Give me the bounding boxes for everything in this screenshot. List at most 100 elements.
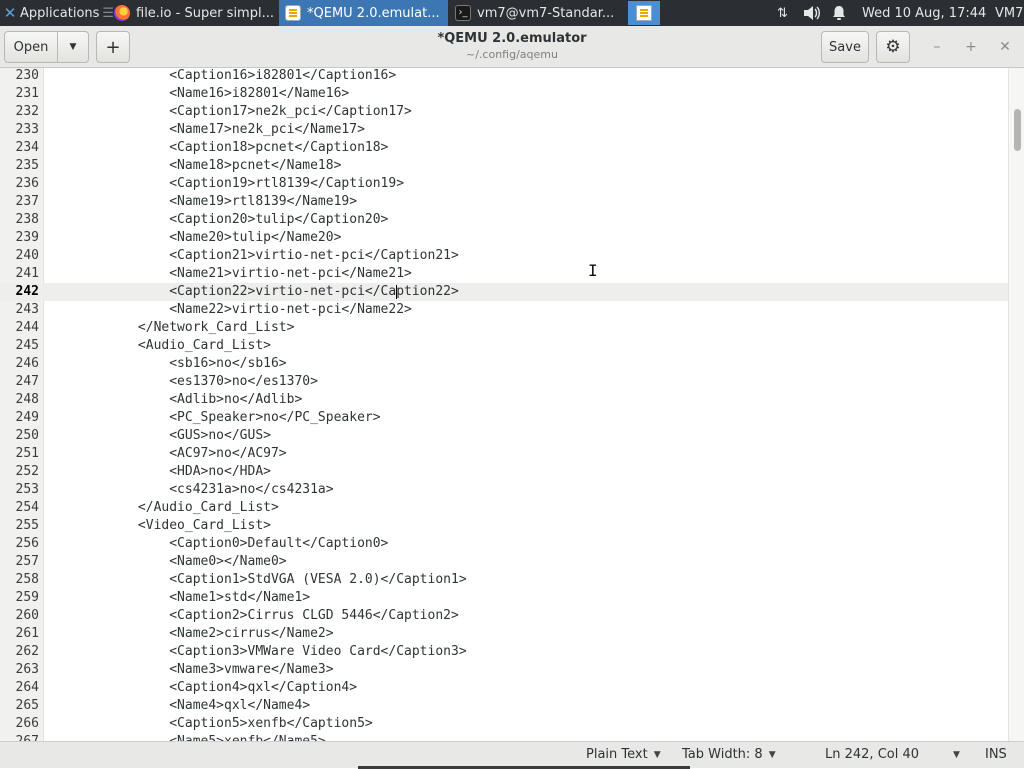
line-text[interactable]: <Caption2>Cirrus CLGD 5446</Caption2> <box>44 607 459 625</box>
line-text[interactable]: <Caption17>ne2k_pci</Caption17> <box>44 103 412 121</box>
code-line[interactable]: 258 <Caption1>StdVGA (VESA 2.0)</Caption… <box>0 571 1008 589</box>
code-line[interactable]: 263 <Name3>vmware</Name3> <box>0 661 1008 679</box>
code-line[interactable]: 239 <Name20>tulip</Name20> <box>0 229 1008 247</box>
line-text[interactable]: <GUS>no</GUS> <box>44 427 271 445</box>
code-line[interactable]: 253 <cs4231a>no</cs4231a> <box>0 481 1008 499</box>
close-button[interactable]: ✕ <box>995 37 1015 57</box>
code-line[interactable]: 255 <Video_Card_List> <box>0 517 1008 535</box>
taskbar-item-firefox[interactable]: file.io - Super simpl... <box>108 0 278 26</box>
code-line[interactable]: 250 <GUS>no</GUS> <box>0 427 1008 445</box>
line-text[interactable]: <Caption3>VMWare Video Card</Caption3> <box>44 643 466 661</box>
code-line[interactable]: 230 <Caption16>i82801</Caption16> <box>0 68 1008 85</box>
line-text[interactable]: <Name2>cirrus</Name2> <box>44 625 333 643</box>
code-line[interactable]: 251 <AC97>no</AC97> <box>0 445 1008 463</box>
line-text[interactable]: <HDA>no</HDA> <box>44 463 271 481</box>
code-line[interactable]: 233 <Name17>ne2k_pci</Name17> <box>0 121 1008 139</box>
code-line[interactable]: 256 <Caption0>Default</Caption0> <box>0 535 1008 553</box>
line-text[interactable]: <PC_Speaker>no</PC_Speaker> <box>44 409 380 427</box>
line-text[interactable]: <Name19>rtl8139</Name19> <box>44 193 357 211</box>
taskbar-item-editor[interactable]: *QEMU 2.0.emulat... <box>279 0 448 26</box>
line-text[interactable]: </Audio_Card_List> <box>44 499 279 517</box>
network-icon[interactable]: ⇅ <box>777 0 788 26</box>
line-text[interactable]: </Network_Card_List> <box>44 319 295 337</box>
applications-menu[interactable]: ✕ Applications ☰ <box>0 0 114 26</box>
cursor-position-selector[interactable]: Ln 242, Col 40 ▼ <box>825 747 960 762</box>
line-text[interactable]: <AC97>no</AC97> <box>44 445 286 463</box>
code-line[interactable]: 260 <Caption2>Cirrus CLGD 5446</Caption2… <box>0 607 1008 625</box>
code-line[interactable]: 236 <Caption19>rtl8139</Caption19> <box>0 175 1008 193</box>
line-text[interactable]: <Caption4>qxl</Caption4> <box>44 679 357 697</box>
code-line[interactable]: 254 </Audio_Card_List> <box>0 499 1008 517</box>
code-line[interactable]: 248 <Adlib>no</Adlib> <box>0 391 1008 409</box>
line-text[interactable]: <Video_Card_List> <box>44 517 271 535</box>
code-line[interactable]: 242 <Caption22>virtio-net-pci</Caption22… <box>0 283 1008 301</box>
code-line[interactable]: 237 <Name19>rtl8139</Name19> <box>0 193 1008 211</box>
new-tab-button[interactable]: + <box>96 31 130 63</box>
taskbar-item-terminal[interactable]: ›_ vm7@vm7-Standar... <box>449 0 621 26</box>
line-text[interactable]: <Name22>virtio-net-pci</Name22> <box>44 301 412 319</box>
line-text[interactable]: <cs4231a>no</cs4231a> <box>44 481 333 499</box>
code-line[interactable]: 249 <PC_Speaker>no</PC_Speaker> <box>0 409 1008 427</box>
language-selector[interactable]: Plain Text ▼ <box>586 747 661 762</box>
line-text[interactable]: <Name18>pcnet</Name18> <box>44 157 341 175</box>
vertical-scrollbar[interactable] <box>1008 68 1024 741</box>
open-button[interactable]: Open <box>4 31 58 63</box>
line-text[interactable]: <Caption5>xenfb</Caption5> <box>44 715 373 733</box>
line-text[interactable]: <Caption20>tulip</Caption20> <box>44 211 388 229</box>
code-line[interactable]: 252 <HDA>no</HDA> <box>0 463 1008 481</box>
code-line[interactable]: 231 <Name16>i82801</Name16> <box>0 85 1008 103</box>
code-line[interactable]: 240 <Caption21>virtio-net-pci</Caption21… <box>0 247 1008 265</box>
taskbar-item-editor-small[interactable] <box>628 1 660 25</box>
line-text[interactable]: <Name16>i82801</Name16> <box>44 85 349 103</box>
code-lines[interactable]: 230 <Caption16>i82801</Caption16> 231 <Na… <box>0 68 1008 741</box>
code-line[interactable]: 247 <es1370>no</es1370> <box>0 373 1008 391</box>
code-line[interactable]: 243 <Name22>virtio-net-pci</Name22> <box>0 301 1008 319</box>
code-line[interactable]: 234 <Caption18>pcnet</Caption18> <box>0 139 1008 157</box>
code-line[interactable]: 265 <Name4>qxl</Name4> <box>0 697 1008 715</box>
line-text[interactable]: <Audio_Card_List> <box>44 337 271 355</box>
code-line[interactable]: 264 <Caption4>qxl</Caption4> <box>0 679 1008 697</box>
open-menu-button[interactable]: ▼ <box>57 31 89 63</box>
minimize-button[interactable]: – <box>927 37 947 57</box>
line-text[interactable]: <sb16>no</sb16> <box>44 355 286 373</box>
line-text[interactable]: <Name5>xenfb</Name5> <box>44 733 326 741</box>
line-text[interactable]: <Caption21>virtio-net-pci</Caption21> <box>44 247 459 265</box>
code-line[interactable]: 259 <Name1>std</Name1> <box>0 589 1008 607</box>
code-line[interactable]: 266 <Caption5>xenfb</Caption5> <box>0 715 1008 733</box>
code-line[interactable]: 244 </Network_Card_List> <box>0 319 1008 337</box>
code-line[interactable]: 257 <Name0></Name0> <box>0 553 1008 571</box>
code-line[interactable]: 261 <Name2>cirrus</Name2> <box>0 625 1008 643</box>
notifications-icon[interactable] <box>832 0 846 26</box>
line-text[interactable]: <Caption16>i82801</Caption16> <box>44 68 396 85</box>
clock[interactable]: Wed 10 Aug, 17:44 <box>862 0 986 26</box>
line-text[interactable]: <es1370>no</es1370> <box>44 373 318 391</box>
maximize-button[interactable]: + <box>961 37 981 57</box>
code-line[interactable]: 235 <Name18>pcnet</Name18> <box>0 157 1008 175</box>
code-line[interactable]: 245 <Audio_Card_List> <box>0 337 1008 355</box>
line-text[interactable]: <Name1>std</Name1> <box>44 589 310 607</box>
line-text[interactable]: <Name4>qxl</Name4> <box>44 697 310 715</box>
volume-icon[interactable] <box>803 0 821 26</box>
code-line[interactable]: 238 <Caption20>tulip</Caption20> <box>0 211 1008 229</box>
line-text[interactable]: <Caption1>StdVGA (VESA 2.0)</Caption1> <box>44 571 466 589</box>
line-text[interactable]: <Name0></Name0> <box>44 553 286 571</box>
line-text[interactable]: <Adlib>no</Adlib> <box>44 391 302 409</box>
menu-button[interactable]: ⚙ <box>876 31 910 63</box>
scrollbar-thumb[interactable] <box>1014 109 1021 151</box>
line-text[interactable]: <Name3>vmware</Name3> <box>44 661 333 679</box>
line-text[interactable]: <Name20>tulip</Name20> <box>44 229 341 247</box>
line-text[interactable]: <Name17>ne2k_pci</Name17> <box>44 121 365 139</box>
save-button[interactable]: Save <box>821 31 869 63</box>
code-line[interactable]: 241 <Name21>virtio-net-pci</Name21> <box>0 265 1008 283</box>
line-text[interactable]: <Caption18>pcnet</Caption18> <box>44 139 388 157</box>
code-line[interactable]: 246 <sb16>no</sb16> <box>0 355 1008 373</box>
line-text[interactable]: <Caption0>Default</Caption0> <box>44 535 388 553</box>
line-text[interactable]: <Name21>virtio-net-pci</Name21> <box>44 265 412 283</box>
text-editor-view[interactable]: 230 <Caption16>i82801</Caption16> 231 <Na… <box>0 68 1024 741</box>
line-text[interactable]: <Caption19>rtl8139</Caption19> <box>44 175 404 193</box>
user-menu[interactable]: VM7 <box>995 0 1023 26</box>
tab-width-selector[interactable]: Tab Width: 8 ▼ <box>682 747 776 762</box>
code-line[interactable]: 232 <Caption17>ne2k_pci</Caption17> <box>0 103 1008 121</box>
code-line[interactable]: 262 <Caption3>VMWare Video Card</Caption… <box>0 643 1008 661</box>
code-line[interactable]: 267 <Name5>xenfb</Name5> <box>0 733 1008 741</box>
